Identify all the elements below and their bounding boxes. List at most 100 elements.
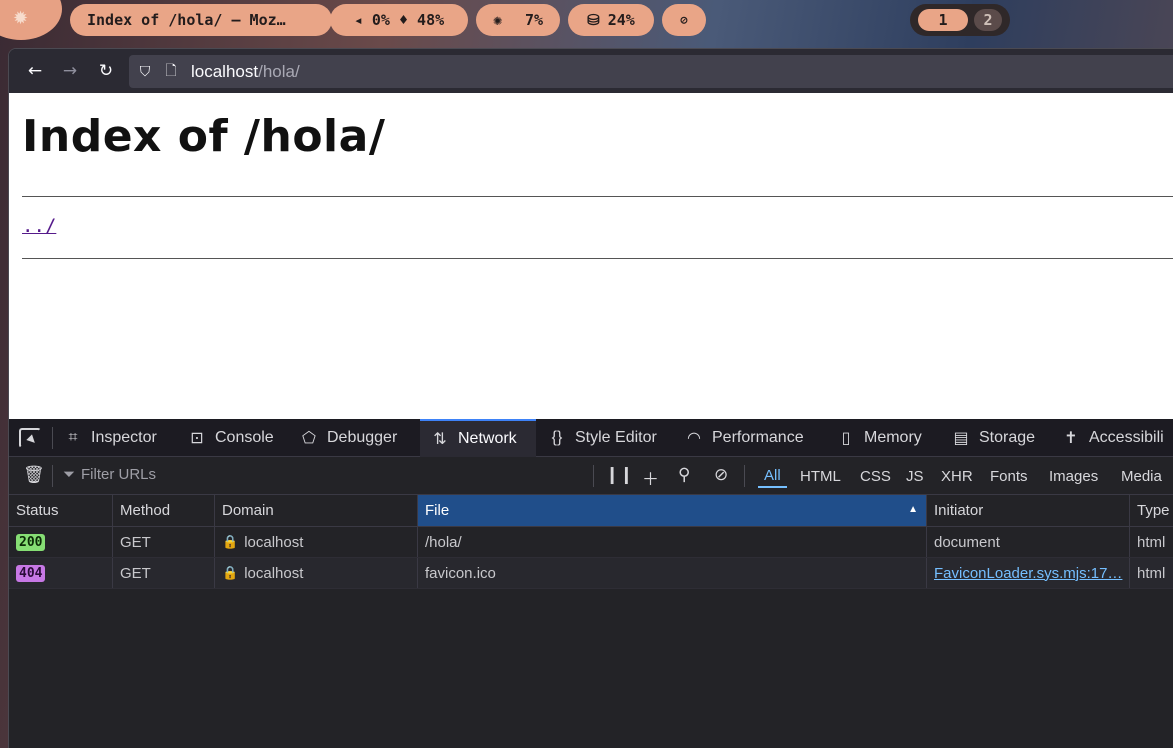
separator — [52, 465, 53, 487]
window-title: Index of /hola/ — Moz… — [87, 11, 286, 29]
back-button[interactable]: ← — [21, 58, 49, 84]
url-path: /hola/ — [258, 61, 300, 81]
reload-icon: ↻ — [98, 61, 114, 81]
tab-label: Network — [458, 430, 517, 447]
column-type[interactable]: Type — [1130, 495, 1173, 526]
memory-value: 24% — [607, 11, 635, 29]
devtools-tabbar: ⌗ Inspector ⊡ Console ⬠ Debugger ⇅ Netwo… — [9, 419, 1173, 457]
filter-all[interactable]: All — [758, 464, 787, 488]
tab-label: Storage — [979, 429, 1036, 446]
sort-ascending-icon: ▲ — [908, 504, 918, 515]
cpu-value: 7% — [524, 11, 543, 29]
idle-inhibitor-pill[interactable]: ⊘ — [662, 4, 706, 36]
column-file[interactable]: File ▲ — [418, 495, 927, 526]
funnel-icon: ⏷ — [63, 466, 76, 483]
tab-label: Memory — [864, 429, 922, 446]
file-cell: favicon.ico — [418, 558, 927, 588]
trash-icon[interactable]: 🗑 — [23, 465, 45, 485]
tab-label: Performance — [712, 429, 804, 446]
top-bar: ✹ Index of /hola/ — Moz… ◂ 0% ♦ 48% ✺ 7%… — [0, 0, 1173, 42]
method-cell: GET — [113, 558, 215, 588]
arrow-right-icon: → — [62, 61, 78, 81]
lock-icon: 🔒 — [222, 565, 239, 580]
divider — [22, 196, 1173, 197]
page-content: Index of /hola/ ../ — [9, 93, 1173, 419]
gear-icon: ✹ — [13, 8, 29, 28]
filter-html[interactable]: HTML — [794, 464, 847, 488]
filter-urls-input[interactable]: ⏷ Filter URLs — [63, 466, 156, 483]
workspace-1-button[interactable]: 1 — [918, 9, 968, 31]
filter-images[interactable]: Images — [1043, 464, 1104, 488]
filter-js[interactable]: JS — [900, 464, 930, 488]
block-icon[interactable]: ⊘ — [714, 465, 728, 485]
plus-icon[interactable]: ＋ — [642, 465, 659, 490]
tab-network[interactable]: ⇅ Network — [420, 419, 536, 457]
parent-directory-link[interactable]: ../ — [22, 215, 56, 237]
separator — [52, 427, 53, 449]
network-toolbar: 🗑 ⏷ Filter URLs ❙❙ ＋ ⚲ ⊘ All HTML CSS JS… — [9, 457, 1173, 495]
column-domain[interactable]: Domain — [215, 495, 418, 526]
window-title-pill: Index of /hola/ — Moz… — [70, 4, 332, 36]
tab-label: Console — [215, 429, 274, 446]
column-method[interactable]: Method — [113, 495, 215, 526]
url-text[interactable]: localhost/hola/ — [191, 62, 300, 82]
tab-label: Accessibili — [1089, 429, 1164, 446]
filter-css[interactable]: CSS — [854, 464, 897, 488]
separator — [593, 465, 594, 487]
initiator-cell: document — [927, 527, 1130, 557]
tab-label: Inspector — [91, 429, 157, 446]
forward-button[interactable]: → — [56, 58, 84, 84]
domain-text: localhost — [244, 564, 304, 582]
tab-storage[interactable]: ▤ Storage — [951, 419, 1035, 457]
arrow-left-icon: ← — [27, 61, 43, 81]
type-cell: html — [1130, 527, 1173, 557]
tab-performance[interactable]: ◠ Performance — [684, 419, 804, 457]
tab-style-editor[interactable]: {} Style Editor — [547, 419, 657, 457]
initiator-link[interactable]: FaviconLoader.sys.mjs:17… — [934, 565, 1122, 582]
tab-console[interactable]: ⊡ Console — [187, 419, 274, 457]
audio-pill[interactable]: ◂ 0% ♦ 48% — [330, 4, 468, 36]
column-status[interactable]: Status — [9, 495, 113, 526]
eye-off-icon: ⊘ — [680, 13, 688, 27]
pause-icon[interactable]: ❙❙ — [605, 465, 634, 485]
status-badge: 200 — [16, 533, 46, 551]
domain-cell: 🔒 localhost — [215, 527, 418, 557]
tab-debugger[interactable]: ⬠ Debugger — [299, 419, 397, 457]
table-row[interactable]: 200 GET 🔒 localhost /hola/ document html — [9, 527, 1173, 558]
reload-button[interactable]: ↻ — [92, 58, 120, 84]
table-row[interactable]: 404 GET 🔒 localhost favicon.ico FaviconLo… — [9, 558, 1173, 589]
filter-media[interactable]: Media — [1115, 464, 1168, 488]
inspector-icon: ⌗ — [68, 429, 78, 446]
page-icon[interactable]: 🗋 — [163, 60, 179, 84]
divider — [22, 258, 1173, 259]
tab-inspector[interactable]: ⌗ Inspector — [63, 419, 157, 457]
network-icon: ⇅ — [433, 431, 447, 448]
tab-memory[interactable]: ▯ Memory — [836, 419, 922, 457]
memory-pill: ⛁ 24% — [568, 4, 654, 36]
separator — [744, 465, 745, 487]
element-picker-icon[interactable] — [19, 428, 41, 448]
filter-fonts[interactable]: Fonts — [984, 464, 1034, 488]
filter-xhr[interactable]: XHR — [935, 464, 979, 488]
column-initiator[interactable]: Initiator — [927, 495, 1130, 526]
navigation-bar: ← → ↻ ⛉ 🗋 localhost/hola/ — [9, 49, 1173, 93]
search-icon[interactable]: ⚲ — [678, 465, 690, 485]
gauge-icon: ◠ — [687, 430, 701, 447]
memory-chip-icon: ▯ — [841, 430, 851, 447]
initiator-cell: FaviconLoader.sys.mjs:17… — [927, 558, 1130, 588]
shield-icon[interactable]: ⛉ — [137, 63, 153, 80]
tab-accessibility[interactable]: ✝ Accessibili — [1061, 419, 1164, 457]
status-cell: 200 — [9, 527, 113, 557]
domain-cell: 🔒 localhost — [215, 558, 418, 588]
url-bar[interactable]: ⛉ 🗋 localhost/hola/ — [129, 55, 1173, 88]
workspace-2-button[interactable]: 2 — [974, 9, 1002, 31]
tab-label: Debugger — [327, 429, 398, 446]
audio-status: ◂ 0% ♦ 48% — [353, 11, 445, 29]
url-host: localhost — [191, 61, 259, 81]
launcher-button[interactable]: ✹ — [0, 0, 62, 40]
page-heading: Index of /hola/ — [22, 111, 386, 162]
filter-placeholder: Filter URLs — [81, 466, 157, 483]
file-cell: /hola/ — [418, 527, 927, 557]
cpu-pill: ✺ 7% — [476, 4, 560, 36]
type-cell: html — [1130, 558, 1173, 588]
